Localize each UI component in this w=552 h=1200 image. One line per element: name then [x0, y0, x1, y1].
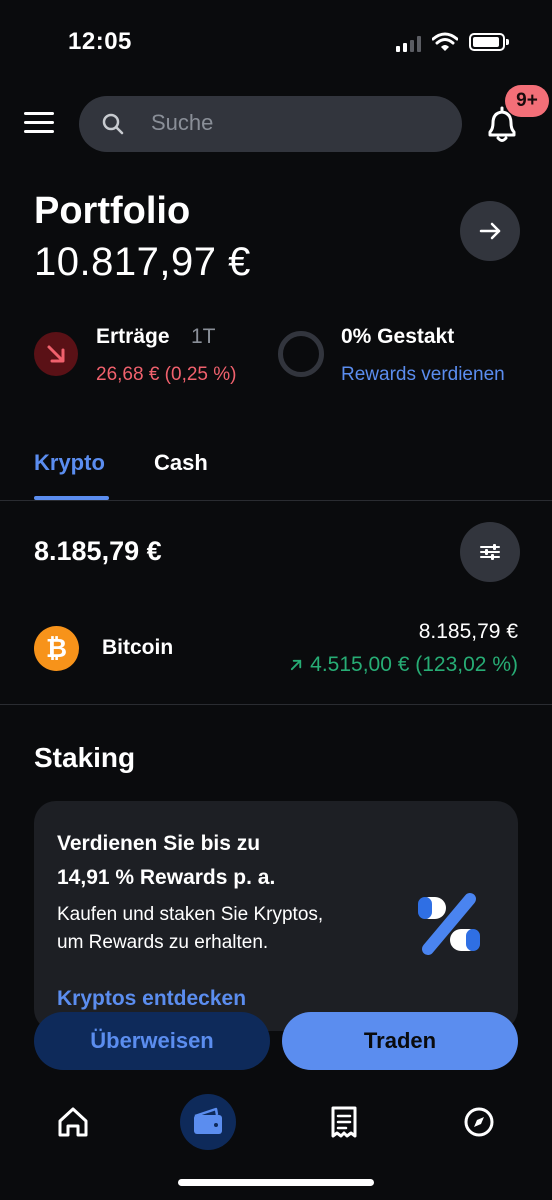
discover-crypto-link[interactable]: Kryptos entdecken: [57, 987, 246, 1011]
staking-headline: Verdienen Sie bis zu 14,91 % Rewards p. …: [57, 827, 387, 895]
earnings-value: 26,68 € (0,25 %): [96, 364, 237, 385]
asset-change: 4.515,00 € (123,02 %): [289, 653, 518, 677]
home-indicator[interactable]: [178, 1179, 374, 1186]
compass-icon: [464, 1107, 494, 1137]
staking-headline-line: 14,91 % Rewards p. a.: [57, 866, 276, 889]
divider: [0, 704, 552, 705]
staked-progress-ring: [278, 331, 324, 377]
staking-body-line: Kaufen und staken Sie Kryptos,: [57, 904, 324, 925]
sliders-icon: [480, 544, 500, 560]
portfolio-title: Portfolio: [34, 190, 191, 232]
battery-icon: [469, 33, 509, 51]
filter-button[interactable]: [460, 522, 520, 582]
arrow-up-right-icon: [291, 659, 302, 671]
staking-promo-card[interactable]: Verdienen Sie bis zu 14,91 % Rewards p. …: [34, 801, 518, 1031]
nav-wallet[interactable]: [180, 1094, 236, 1150]
staking-body-line: um Rewards zu erhalten.: [57, 932, 269, 953]
portfolio-details-button[interactable]: [460, 201, 520, 261]
staking-body: Kaufen und staken Sie Kryptos, um Reward…: [57, 901, 377, 957]
status-time: 12:05: [68, 28, 132, 55]
menu-icon[interactable]: [24, 110, 56, 136]
status-bar: 12:05: [0, 0, 552, 90]
bottom-navigation: [0, 1086, 552, 1166]
tab-cash[interactable]: Cash: [154, 450, 208, 476]
earnings-period[interactable]: 1T: [191, 325, 216, 349]
asset-row-bitcoin[interactable]: ₿ Bitcoin 8.185,79 € 4.515,00 € (123,02 …: [0, 608, 552, 692]
wifi-icon: [432, 32, 458, 51]
staking-headline-line: Verdienen Sie bis zu: [57, 832, 261, 855]
arrow-right-icon: [479, 222, 501, 240]
nav-explore[interactable]: [451, 1094, 507, 1150]
staking-title: Staking: [34, 742, 136, 773]
nav-home[interactable]: [45, 1094, 101, 1150]
cellular-signal-icon: [396, 36, 424, 52]
bitcoin-icon: ₿: [34, 626, 79, 671]
search-bar[interactable]: Suche: [79, 96, 462, 152]
trade-button[interactable]: Traden: [282, 1012, 518, 1070]
nav-activity[interactable]: [316, 1094, 372, 1150]
staked-label: 0% Gestakt: [341, 325, 455, 348]
asset-change-value: 4.515,00 € (123,02 %): [310, 653, 518, 676]
portfolio-value: 10.817,97 €: [34, 240, 251, 284]
transfer-button[interactable]: Überweisen: [34, 1012, 270, 1070]
search-icon: [102, 113, 124, 135]
receipt-icon: [331, 1106, 357, 1138]
earnings-label: Erträge: [96, 325, 170, 348]
percent-illustration-icon: [418, 893, 480, 955]
tab-krypto[interactable]: Krypto: [34, 450, 105, 476]
asset-name: Bitcoin: [102, 636, 174, 659]
search-input[interactable]: Suche: [151, 110, 213, 136]
rewards-link[interactable]: Rewards verdienen: [341, 364, 505, 386]
divider: [0, 500, 552, 501]
crypto-total: 8.185,79 €: [34, 536, 162, 566]
notification-badge: 9+: [505, 85, 549, 117]
wallet-icon: [194, 1107, 222, 1134]
asset-value: 8.185,79 €: [418, 620, 518, 643]
arrow-down-right-icon: [34, 332, 78, 376]
home-icon: [58, 1107, 88, 1137]
